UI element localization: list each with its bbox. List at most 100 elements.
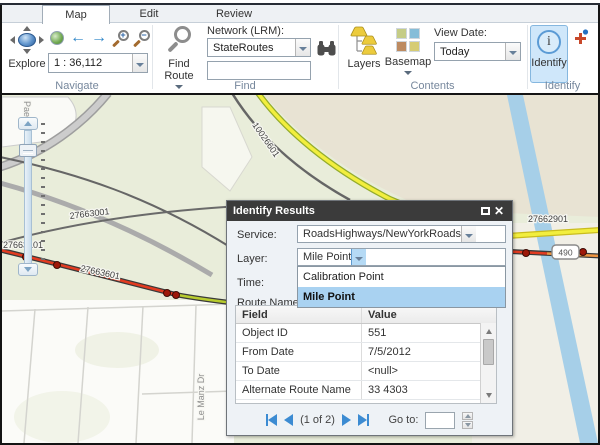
chevron-down-icon xyxy=(404,71,412,75)
network-value: StateRoutes xyxy=(213,42,295,54)
chevron-up-icon xyxy=(486,329,492,334)
route-id-input[interactable] xyxy=(207,61,311,80)
forward-arrow-icon: → xyxy=(91,30,107,46)
previous-page-button[interactable] xyxy=(284,414,293,426)
layer-combobox[interactable]: Mile Point xyxy=(297,248,506,266)
full-extent-button[interactable] xyxy=(48,29,66,47)
table-row[interactable]: To Date <null> xyxy=(236,362,482,381)
spinner-up-button[interactable] xyxy=(462,412,473,420)
highway-shield-label: 490 xyxy=(558,248,572,258)
maximize-button[interactable] xyxy=(478,204,492,218)
next-page-icon xyxy=(342,414,351,426)
chevron-up-icon xyxy=(24,121,32,126)
goto-page-input[interactable] xyxy=(425,412,455,429)
network-dropdown-button[interactable] xyxy=(295,39,310,56)
layer-dropdown-button[interactable] xyxy=(351,249,366,265)
map-viewport[interactable]: 490 27663001 27663101 27663601 27662901 … xyxy=(2,95,598,443)
attributes-table: Field Value Object ID 551 From Date 7/5/… xyxy=(235,305,497,404)
identify-route-location-button[interactable] xyxy=(572,29,590,45)
scale-value: 1 : 36,112 xyxy=(54,57,132,69)
slider-thumb[interactable] xyxy=(19,144,37,157)
dropdown-option-calibration-point[interactable]: Calibration Point xyxy=(298,267,505,287)
network-combobox[interactable]: StateRoutes xyxy=(207,38,311,57)
table-row[interactable]: From Date 7/5/2012 xyxy=(236,343,482,362)
identify-button[interactable]: i Identify xyxy=(530,25,568,83)
close-button[interactable]: ✕ xyxy=(492,204,506,218)
field-cell: Object ID xyxy=(236,324,362,342)
value-cell: <null> xyxy=(362,365,482,377)
layer-label: Layer: xyxy=(237,253,268,265)
group-label-find: Find xyxy=(152,80,338,92)
field-cell: Alternate Route Name xyxy=(236,381,362,399)
map-zoom-slider[interactable] xyxy=(18,117,40,277)
dialog-titlebar[interactable]: Identify Results ✕ xyxy=(227,201,512,221)
service-combobox[interactable]: RoadsHighways/NewYorkRoads xyxy=(297,225,506,243)
previous-extent-button[interactable]: ← xyxy=(69,29,87,47)
service-value: RoadsHighways/NewYorkRoads xyxy=(303,228,461,240)
view-date-combobox[interactable]: Today xyxy=(434,42,521,61)
network-lrm-label: Network (LRM): xyxy=(207,25,284,37)
layers-button[interactable]: Layers xyxy=(344,26,384,70)
chevron-down-icon xyxy=(486,393,492,398)
table-row[interactable]: Object ID 551 xyxy=(236,324,482,343)
column-header-field[interactable]: Field xyxy=(236,306,362,323)
find-route-label: Find Route xyxy=(164,58,193,82)
layers-icon xyxy=(350,26,378,55)
zoom-out-button[interactable]: − xyxy=(132,29,150,47)
scroll-up-button[interactable] xyxy=(481,325,496,337)
scroll-down-button[interactable] xyxy=(481,389,496,401)
chevron-down-icon xyxy=(355,257,363,261)
table-row[interactable]: Alternate Route Name 33 4303 xyxy=(236,381,482,400)
slider-tick-marks xyxy=(41,123,45,265)
chevron-down-icon xyxy=(299,47,307,51)
scale-combobox[interactable]: 1 : 36,112 xyxy=(48,53,148,73)
chevron-down-icon xyxy=(136,63,144,67)
goto-label: Go to: xyxy=(388,414,418,426)
service-label: Service: xyxy=(237,229,277,241)
slider-zoom-in-button[interactable] xyxy=(18,117,38,130)
window-border-left xyxy=(0,5,2,445)
explore-icon xyxy=(10,26,44,54)
route-label-right: 27662901 xyxy=(528,214,568,224)
first-page-button[interactable] xyxy=(266,414,278,426)
time-label: Time: xyxy=(237,277,264,289)
next-extent-button[interactable]: → xyxy=(90,29,108,47)
basemap-icon xyxy=(396,28,420,52)
zoom-out-icon: − xyxy=(133,30,150,47)
group-label-identify: Identify xyxy=(527,80,598,92)
street-label-top: Pae xyxy=(22,101,32,117)
tab-review[interactable]: Review xyxy=(188,5,280,23)
goto-spinner[interactable] xyxy=(462,412,473,429)
service-dropdown-button[interactable] xyxy=(461,226,476,242)
table-header-row: Field Value xyxy=(236,306,496,324)
scale-dropdown-button[interactable] xyxy=(132,54,147,72)
close-icon: ✕ xyxy=(494,204,504,218)
column-header-value[interactable]: Value xyxy=(362,309,496,321)
chevron-down-icon xyxy=(24,267,32,272)
identify-label: Identify xyxy=(531,57,566,69)
layers-label: Layers xyxy=(347,58,380,70)
zoom-in-button[interactable]: + xyxy=(111,29,129,47)
tab-edit[interactable]: Edit xyxy=(110,5,188,23)
slider-zoom-out-button[interactable] xyxy=(18,263,38,276)
next-page-button[interactable] xyxy=(342,414,351,426)
value-cell: 7/5/2012 xyxy=(362,346,482,358)
find-binoculars-button[interactable] xyxy=(316,40,337,60)
value-cell: 33 4303 xyxy=(362,384,482,396)
view-date-dropdown-button[interactable] xyxy=(505,43,520,60)
dropdown-option-mile-point[interactable]: Mile Point xyxy=(298,287,505,307)
spinner-down-button[interactable] xyxy=(462,421,473,429)
basemap-button[interactable]: Basemap xyxy=(386,26,430,75)
identify-route-location-icon xyxy=(572,29,590,45)
layer-value: Mile Point xyxy=(303,251,351,263)
dialog-body: Service: RoadsHighways/NewYorkRoads Laye… xyxy=(227,221,512,435)
field-cell: To Date xyxy=(236,362,362,380)
navigate-mini-toolbar: ← → + − xyxy=(48,28,150,48)
last-page-button[interactable] xyxy=(358,414,370,426)
last-page-icon xyxy=(358,414,367,426)
explore-button[interactable]: Explore xyxy=(6,26,48,70)
scrollbar-thumb[interactable] xyxy=(483,339,494,365)
table-scrollbar[interactable] xyxy=(480,323,496,403)
tab-map[interactable]: Map xyxy=(42,5,110,24)
chevron-up-icon xyxy=(465,414,471,418)
